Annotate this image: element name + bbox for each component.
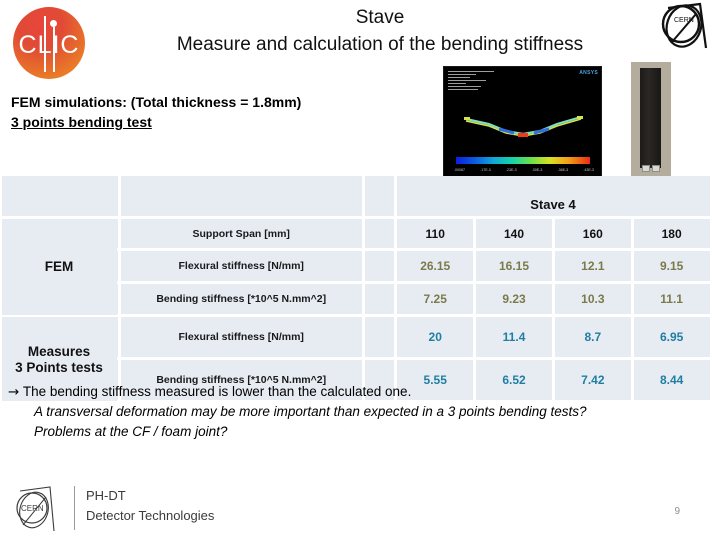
table-header-stave: Stave 4 [396, 176, 710, 216]
title-line-2: Measure and calculation of the bending s… [176, 34, 584, 55]
cell-meas-flexural-value: 6.95 [633, 317, 710, 357]
cell-blank [1, 176, 118, 216]
value-text: 11.1 [660, 292, 683, 306]
value-text: 12.1 [581, 259, 605, 273]
value-text: 9.23 [502, 292, 526, 306]
stave-photo [631, 62, 671, 180]
value-text: 160 [582, 226, 603, 241]
cell-fem-flexural-value: 9.15 [633, 251, 710, 281]
value-text: 10.3 [581, 292, 605, 306]
cell-meas-flexural-value: 20 [397, 317, 474, 357]
stave-chip [652, 165, 660, 172]
colorbar-tick: .23E-3 [506, 168, 517, 172]
cell-fem-bending-value: 10.3 [554, 284, 631, 314]
conclusion-line-1: → The bending stiffness measured is lowe… [8, 382, 708, 402]
group-label-fem-text: FEM [44, 259, 74, 274]
colorbar-tick: .00087 [454, 168, 465, 172]
cell-fem-flexural-value: 12.1 [554, 251, 631, 281]
value-text: 26.15 [420, 259, 451, 273]
metric-label: Flexural stiffness [N/mm] [178, 331, 304, 343]
svg-text:CERN: CERN [674, 17, 694, 24]
cern-logo-footer: CERN [10, 483, 62, 533]
value-text: 110 [425, 226, 445, 241]
footer-divider [74, 486, 75, 530]
cern-logo-top: CERN [654, 2, 714, 50]
cell-support-span-value: 160 [554, 219, 631, 248]
cell-blank [120, 176, 362, 216]
cell-spacer [364, 317, 395, 357]
results-table: FEM Measures 3 Points tests Stave 4 Supp… [0, 176, 711, 403]
stave-chip [642, 165, 650, 172]
cell-fem-bending-value: 7.25 [397, 284, 474, 314]
group-label-measures-text: Measures 3 Points tests [15, 344, 103, 376]
conclusion-line-3: Problems at the CF / foam joint? [34, 424, 228, 439]
cell-fem-flexural-value: 26.15 [397, 251, 474, 281]
footer-dept: Detector Technologies [86, 508, 215, 523]
table-header-stave-text: Stave 4 [530, 197, 576, 212]
clic-logo: CLIC [13, 7, 85, 79]
footer-text: PH-DT Detector Technologies [86, 486, 214, 526]
notes-block: FEM simulations: (Total thickness = 1.8m… [11, 92, 301, 132]
value-text: 8.7 [584, 330, 602, 344]
fem-simulation-image: ANSYS .00087 .17E-3 .23E-3 .30E-3 .36E-3… [443, 66, 602, 179]
cell-support-span-value: 110 [397, 219, 474, 248]
value-text: 11.4 [502, 330, 526, 344]
metric-label: Flexural stiffness [N/mm] [178, 260, 304, 272]
cell-spacer [364, 219, 395, 248]
cell-metric-fem-bending: Bending stiffness [*10^5 N.mm^2] [120, 284, 362, 314]
cell-spacer [364, 284, 395, 314]
arrow-icon: → [8, 384, 20, 400]
page-number: 9 [674, 506, 680, 517]
metric-label: Bending stiffness [*10^5 N.mm^2] [156, 293, 327, 305]
stave-carbon-bar [640, 68, 661, 168]
group-label-fem: FEM [1, 219, 117, 315]
value-text: 180 [661, 226, 682, 241]
metric-label: Support Span [mm] [192, 227, 290, 240]
clic-logo-dot [50, 20, 57, 27]
measures-line-1: Measures [27, 343, 91, 359]
colorbar-tick: .30E-3 [531, 168, 543, 172]
cell-metric-fem-flexural: Flexural stiffness [N/mm] [120, 251, 362, 281]
footer-org: PH-DT [86, 488, 126, 503]
cell-fem-bending-value: 11.1 [633, 284, 710, 314]
cell-support-span-value: 180 [633, 219, 710, 248]
value-text: 20 [428, 330, 442, 344]
colorbar-tick: .36E-3 [557, 168, 569, 172]
conclusion-line-1-text: The bending stiffness measured is lower … [22, 384, 412, 399]
fem-colorbar [456, 157, 590, 164]
cell-fem-bending-value: 9.23 [476, 284, 552, 314]
measures-line-2: 3 Points tests [15, 359, 103, 375]
note-bending-test: 3 points bending test [11, 114, 152, 130]
page-title: Stave Measure and calculation of the ben… [110, 4, 650, 58]
cell-spacer [364, 251, 395, 281]
conclusion-line-2: A transversal deformation may be more im… [34, 404, 587, 419]
colorbar-tick: .17E-3 [480, 168, 491, 172]
title-line-1: Stave [355, 7, 405, 28]
cell-fem-flexural-value: 16.15 [476, 251, 552, 281]
cell-metric-meas-flexural: Flexural stiffness [N/mm] [120, 317, 362, 357]
cern-logo-footer-text: CERN [21, 504, 44, 513]
fem-colorbar-labels: .00087 .17E-3 .23E-3 .30E-3 .36E-3 .43E-… [454, 168, 594, 172]
conclusions-block: → The bending stiffness measured is lowe… [8, 382, 708, 442]
cell-support-span-value: 140 [476, 219, 552, 248]
cell-meas-flexural-value: 11.4 [476, 317, 552, 357]
cell-spacer [364, 176, 395, 216]
cell-meas-flexural-value: 8.7 [554, 317, 631, 357]
clic-logo-text: CLIC [18, 30, 80, 59]
value-text: 9.15 [659, 259, 684, 273]
value-text: 6.95 [659, 330, 684, 344]
cell-metric-support-span: Support Span [mm] [120, 219, 362, 248]
colorbar-tick: .43E-3 [583, 168, 594, 172]
value-text: 16.15 [499, 259, 530, 273]
note-fem-simulations: FEM simulations: (Total thickness = 1.8m… [11, 94, 302, 110]
value-text: 140 [504, 226, 525, 241]
value-text: 7.25 [423, 292, 447, 306]
